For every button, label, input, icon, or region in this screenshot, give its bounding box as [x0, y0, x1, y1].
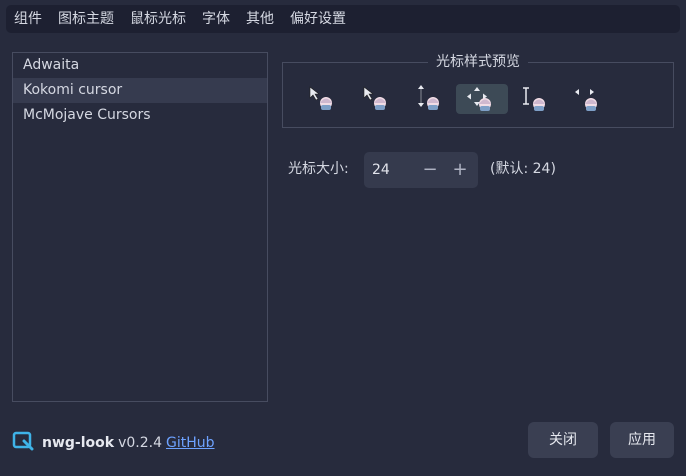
menu-item-preferences[interactable]: 偏好设置 — [282, 5, 354, 33]
menu-item-other[interactable]: 其他 — [238, 5, 282, 33]
theme-row-mcmojave-cursors[interactable]: McMojave Cursors — [13, 103, 267, 128]
menu-item-mouse-cursor[interactable]: 鼠标光标 — [122, 5, 194, 33]
close-button[interactable]: 关闭 — [528, 422, 598, 458]
arrow-cursor-icon — [300, 84, 352, 114]
resize-vertical-cursor-icon — [405, 84, 457, 114]
pointer-cursor-icon — [354, 84, 406, 114]
app-logo-icon — [12, 431, 34, 455]
app-brand: nwg-look v0.2.4 GitHub — [12, 431, 215, 455]
cursor-size-spinbutton[interactable]: 24 − + — [364, 152, 478, 188]
move-cursor-icon — [456, 84, 508, 114]
decrement-button[interactable]: − — [417, 152, 443, 188]
menu-item-widgets[interactable]: 组件 — [6, 5, 50, 33]
resize-horizontal-cursor-icon — [562, 84, 614, 114]
increment-button[interactable]: + — [447, 152, 473, 188]
cursor-size-value[interactable]: 24 — [372, 152, 390, 188]
menu-item-icon-theme[interactable]: 图标主题 — [50, 5, 122, 33]
app-version: v0.2.4 — [118, 435, 162, 451]
theme-row-adwaita[interactable]: Adwaita — [13, 53, 267, 78]
theme-row-kokomi-cursor[interactable]: Kokomi cursor — [13, 78, 267, 103]
github-link[interactable]: GitHub — [166, 435, 215, 451]
cursor-size-label: 光标大小: — [288, 161, 349, 177]
apply-button[interactable]: 应用 — [610, 422, 674, 458]
cursor-preview-title: 光标样式预览 — [428, 51, 528, 73]
menu-bar: 组件 图标主题 鼠标光标 字体 其他 偏好设置 — [6, 5, 680, 33]
cursor-theme-list[interactable]: Adwaita Kokomi cursor McMojave Cursors — [12, 52, 268, 402]
menu-item-font[interactable]: 字体 — [194, 5, 238, 33]
default-size-note: (默认: 24) — [490, 161, 556, 177]
text-cursor-icon — [510, 84, 562, 114]
app-name: nwg-look — [42, 435, 115, 451]
